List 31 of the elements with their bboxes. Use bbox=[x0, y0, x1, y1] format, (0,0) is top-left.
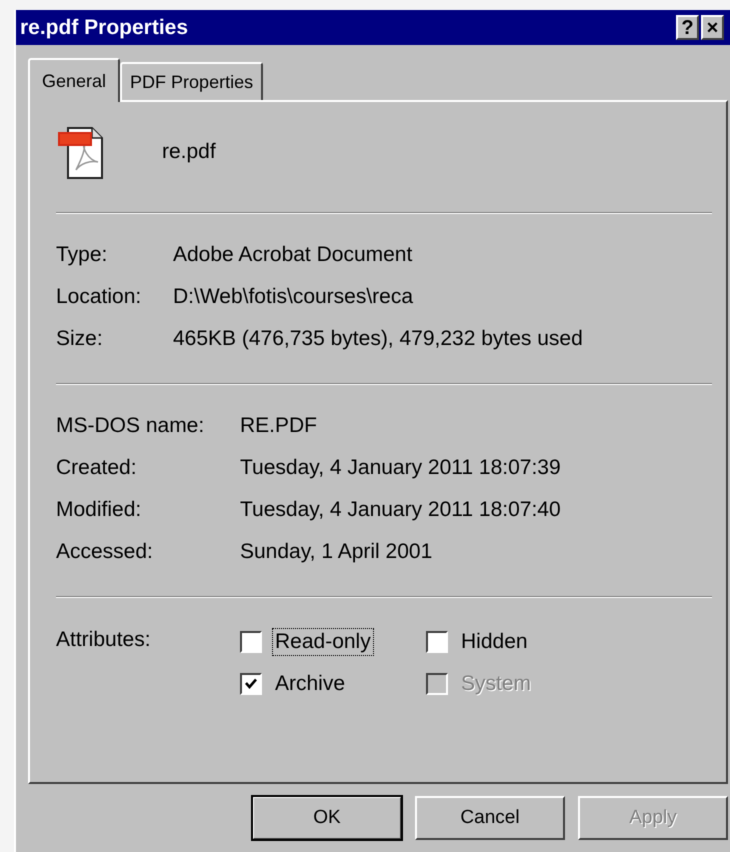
checkbox[interactable] bbox=[240, 673, 262, 695]
property-value: RE.PDF bbox=[240, 414, 318, 438]
dialog-button[interactable]: Cancel bbox=[415, 796, 565, 840]
property-value: D:\Web\fotis\courses\reca bbox=[173, 285, 414, 309]
attributes-label: Attributes: bbox=[56, 628, 152, 653]
close-button[interactable]: × bbox=[701, 15, 724, 40]
window-title: re.pdf Properties bbox=[20, 16, 188, 40]
tab[interactable]: General bbox=[28, 58, 120, 102]
checkbox-label[interactable]: Archive bbox=[272, 670, 348, 698]
property-value: 465KB (476,735 bytes), 479,232 bytes used bbox=[173, 327, 584, 351]
checkbox[interactable] bbox=[240, 631, 262, 653]
checkbox-label[interactable]: Read-only bbox=[272, 628, 374, 656]
property-label: Type: bbox=[56, 243, 108, 267]
property-label: Modified: bbox=[56, 498, 142, 522]
help-button[interactable]: ? bbox=[676, 15, 699, 40]
pdf-document-icon bbox=[56, 124, 106, 180]
property-value: Adobe Acrobat Document bbox=[173, 243, 414, 267]
property-label: Size: bbox=[56, 327, 104, 351]
dialog-button[interactable]: OK bbox=[252, 796, 402, 840]
checkbox-label[interactable]: Hidden bbox=[458, 628, 531, 656]
property-label: MS-DOS name: bbox=[56, 414, 206, 438]
checkbox[interactable] bbox=[426, 631, 448, 653]
checkmark-icon bbox=[244, 677, 258, 691]
property-label: Location: bbox=[56, 285, 142, 309]
property-label: Created: bbox=[56, 456, 138, 480]
property-value: Tuesday, 4 January 2011 18:07:40 bbox=[240, 498, 562, 522]
property-value: Tuesday, 4 January 2011 18:07:39 bbox=[240, 456, 562, 480]
property-label: Accessed: bbox=[56, 540, 154, 564]
property-value: Sunday, 1 April 2001 bbox=[240, 540, 434, 564]
file-name: re.pdf bbox=[162, 140, 216, 164]
tab[interactable]: PDF Properties bbox=[120, 62, 264, 100]
